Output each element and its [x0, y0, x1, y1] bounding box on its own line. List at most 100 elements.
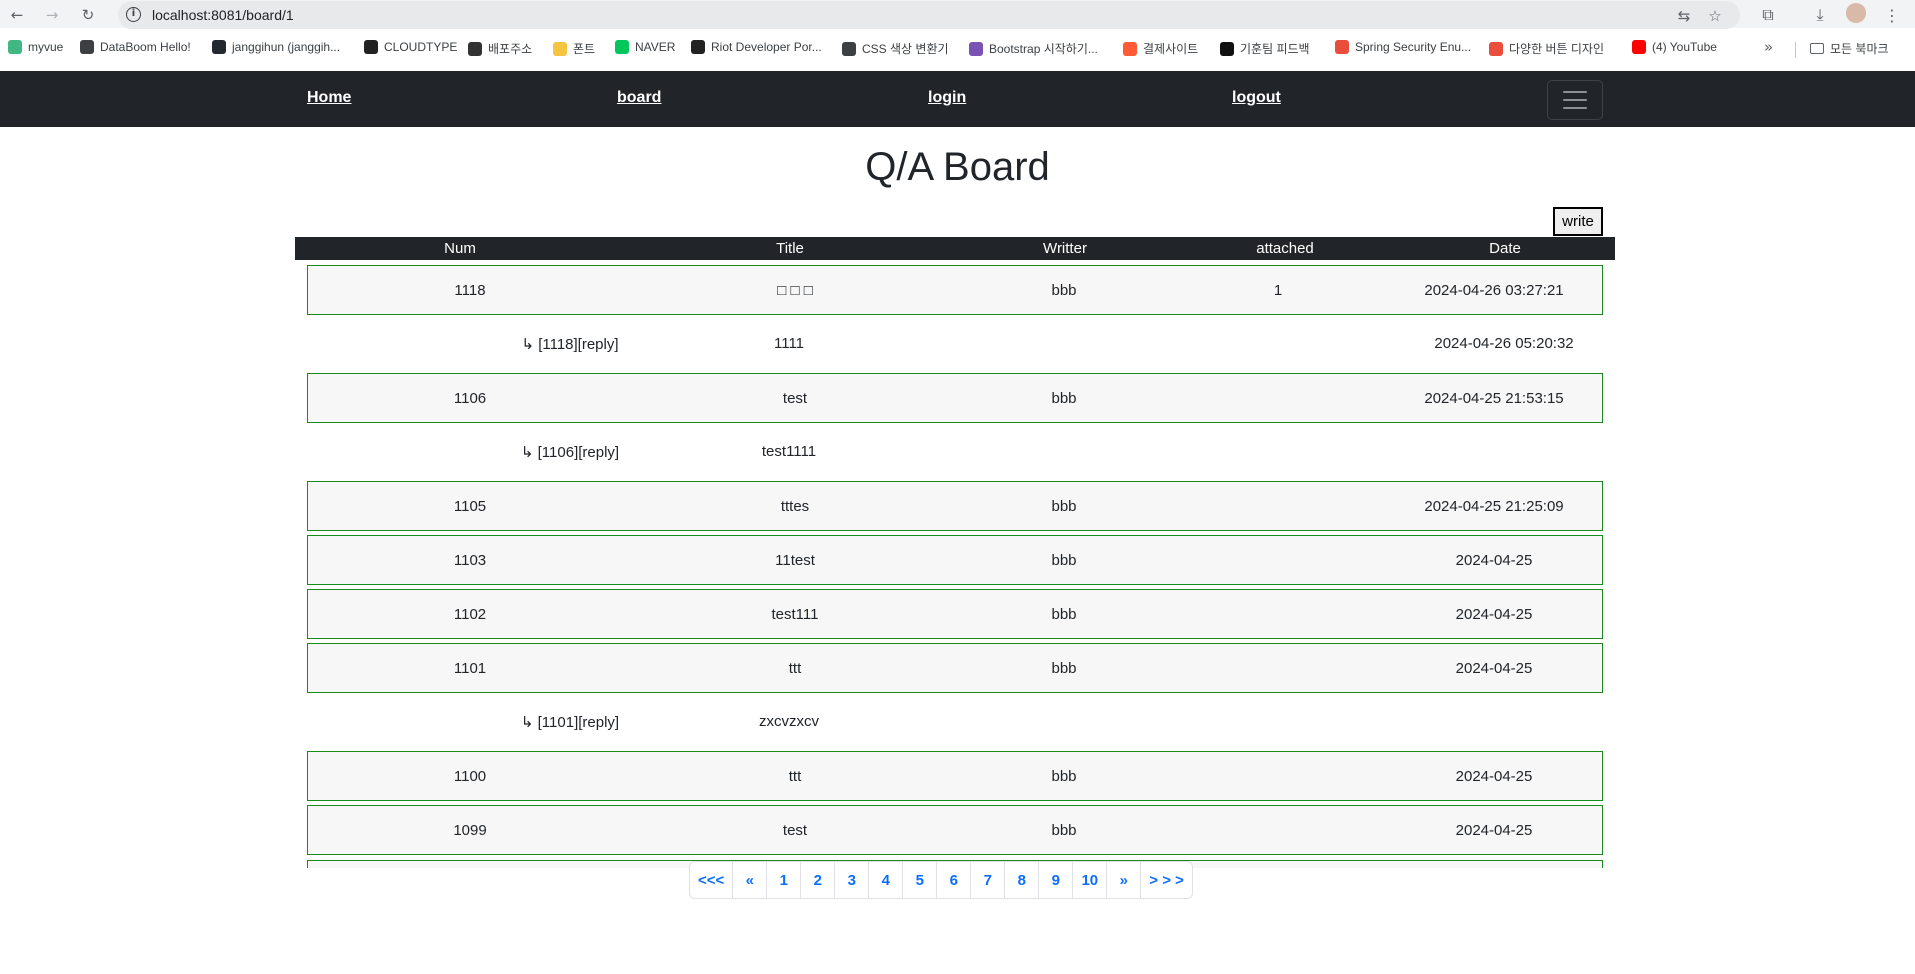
write-button[interactable]: write	[1553, 207, 1603, 236]
bookmark-item[interactable]: 폰트	[553, 40, 595, 57]
bookmark-label: NAVER	[635, 40, 676, 54]
bookmark-item[interactable]: CLOUDTYPE	[364, 40, 457, 54]
star-bookmark-icon[interactable]: ☆	[1704, 5, 1726, 27]
table-row[interactable]: 1099 test bbb 2024-04-25	[307, 805, 1603, 855]
reload-icon[interactable]: ↻	[77, 4, 99, 26]
cell-date: 2024-04-25	[1455, 660, 1533, 677]
table-row[interactable]: 1103 11test bbb 2024-04-25	[307, 535, 1603, 585]
page-link[interactable]: 9	[1038, 862, 1072, 898]
reply-row[interactable]: ↳ [1106][reply] test1111	[307, 427, 1603, 477]
cell-title-link[interactable]: zxcvzxcv	[759, 713, 819, 730]
download-icon[interactable]: ⤓	[1808, 3, 1832, 27]
page-link[interactable]: »	[1106, 862, 1140, 898]
bookmark-label: 폰트	[573, 42, 596, 56]
table-row[interactable]: 1106 test bbb 2024-04-25 21:53:15	[307, 373, 1603, 423]
bookmark-item[interactable]: 다양한 버튼 디자인	[1489, 40, 1604, 57]
navbar-toggler-hamburger-icon[interactable]	[1547, 80, 1603, 120]
cell-title-link[interactable]: 1111	[774, 335, 804, 352]
page-link[interactable]: 7	[970, 862, 1004, 898]
page-link[interactable]: 3	[834, 862, 868, 898]
cell-date: 2024-04-25	[1455, 606, 1533, 623]
page-link[interactable]: 4	[868, 862, 902, 898]
cell-title-link[interactable]: ttt	[789, 660, 802, 677]
bookmark-item[interactable]: 배포주소	[468, 40, 532, 57]
bookmark-favicon-icon	[842, 41, 856, 56]
cell-title-link[interactable]: test111	[772, 606, 819, 623]
bookmark-item[interactable]: NAVER	[615, 40, 675, 54]
back-arrow-icon[interactable]: ←	[6, 4, 28, 26]
bookmark-label: myvue	[28, 40, 64, 54]
cell-num: 1118	[454, 282, 486, 299]
cell-writer: bbb	[1051, 660, 1077, 677]
page-link[interactable]: 6	[936, 862, 970, 898]
all-bookmarks-folder[interactable]: 모든 북마크	[1810, 40, 1889, 57]
table-row[interactable]: 1102 test111 bbb 2024-04-25	[307, 589, 1603, 639]
reply-row[interactable]: ↳ [1101][reply] zxcvzxcv	[307, 697, 1603, 747]
bookmarks-overflow-icon[interactable]: »	[1764, 38, 1773, 56]
bookmark-item[interactable]: Spring Security Enu...	[1335, 40, 1471, 54]
bookmark-favicon-icon	[969, 41, 983, 56]
forward-arrow-icon[interactable]: →	[41, 4, 63, 26]
site-info-icon[interactable]: i	[126, 7, 141, 22]
bookmark-item[interactable]: DataBoom Hello!	[80, 40, 191, 54]
cell-num: 1100	[453, 768, 487, 785]
bookmark-label: 배포주소	[488, 42, 533, 56]
cell-writer: bbb	[1051, 498, 1077, 515]
nav-login-link[interactable]: login	[928, 89, 966, 107]
page-link[interactable]: <<<	[690, 862, 732, 898]
page-link[interactable]: 5	[902, 862, 936, 898]
nav-home-link[interactable]: Home	[307, 89, 351, 107]
bookmark-item[interactable]: 결제사이트	[1123, 40, 1198, 57]
bookmark-item[interactable]: (4) YouTube	[1632, 40, 1717, 54]
bookmark-item[interactable]: 기훈팀 피드백	[1220, 40, 1310, 57]
cell-title-link[interactable]: 11test	[775, 552, 815, 569]
table-row[interactable]: 1118 □ □ □ bbb 1 2024-04-26 03:27:21	[307, 265, 1603, 315]
page-link[interactable]: 1	[766, 862, 800, 898]
browser-toolbar: ← → ↻ i localhost:8081/board/1 ⇆ ☆ ⧉ ⤓ ⋮	[0, 0, 1915, 29]
table-row[interactable]: 1105 tttes bbb 2024-04-25 21:25:09	[307, 481, 1603, 531]
more-menu-icon[interactable]: ⋮	[1880, 3, 1904, 27]
table-row[interactable]: 1100 ttt bbb 2024-04-25	[307, 751, 1603, 801]
bookmark-item[interactable]: janggihun (janggih...	[212, 40, 340, 54]
page-title: Q/A Board	[865, 145, 1050, 189]
bookmark-favicon-icon	[468, 41, 482, 56]
profile-avatar[interactable]	[1846, 3, 1866, 23]
page-link[interactable]: 10	[1072, 862, 1106, 898]
page-link[interactable]: «	[732, 862, 766, 898]
url-text[interactable]: localhost:8081/board/1	[152, 7, 294, 23]
table-row[interactable]: 1101 ttt bbb 2024-04-25	[307, 643, 1603, 693]
folder-icon	[1810, 43, 1824, 54]
main-navbar: Home board login logout	[0, 71, 1915, 127]
bookmark-item[interactable]: Bootstrap 시작하기...	[969, 40, 1098, 57]
cell-date: 2024-04-26 05:20:32	[1434, 335, 1574, 352]
bookmark-item[interactable]: Riot Developer Por...	[691, 40, 822, 54]
bookmark-favicon-icon	[1489, 41, 1503, 56]
cell-date: 2024-04-25 21:25:09	[1424, 498, 1564, 515]
cell-reply-ref: ↳ [1118][reply]	[521, 336, 619, 353]
reply-row[interactable]: ↳ [1118][reply] 1111 2024-04-26 05:20:32	[307, 319, 1603, 369]
column-header: Num	[444, 240, 476, 257]
cell-date: 2024-04-25	[1455, 552, 1533, 569]
pagination: <<< «1 2 3 4 5 6 7 8 9 10» > > >	[689, 861, 1193, 899]
cell-title-link[interactable]: test	[783, 822, 807, 839]
cell-title-link[interactable]: ttt	[789, 768, 802, 785]
cell-title-link[interactable]: tttes	[781, 498, 809, 515]
cell-title-link[interactable]: □ □ □	[777, 282, 813, 299]
page-link[interactable]: > > >	[1140, 862, 1192, 898]
page-link[interactable]: 8	[1004, 862, 1038, 898]
address-bar[interactable]: i localhost:8081/board/1 ⇆ ☆	[118, 1, 1740, 29]
bookmark-item[interactable]: CSS 색상 변환기	[842, 40, 949, 57]
nav-logout-link[interactable]: logout	[1232, 89, 1281, 107]
bookmark-favicon-icon	[364, 40, 378, 54]
bookmark-label: Riot Developer Por...	[711, 40, 822, 54]
cell-title-link[interactable]: test1111	[762, 443, 816, 460]
bookmark-item[interactable]: myvue	[8, 40, 63, 54]
bookmark-label: 결제사이트	[1143, 42, 1199, 56]
bookmark-favicon-icon	[1123, 41, 1137, 56]
cell-title-link[interactable]: test	[783, 390, 807, 407]
page-link[interactable]: 2	[800, 862, 834, 898]
translate-icon[interactable]: ⇆	[1673, 5, 1695, 27]
nav-board-link[interactable]: board	[617, 89, 661, 107]
cell-num: 1099	[453, 822, 487, 839]
extensions-icon[interactable]: ⧉	[1756, 3, 1780, 27]
